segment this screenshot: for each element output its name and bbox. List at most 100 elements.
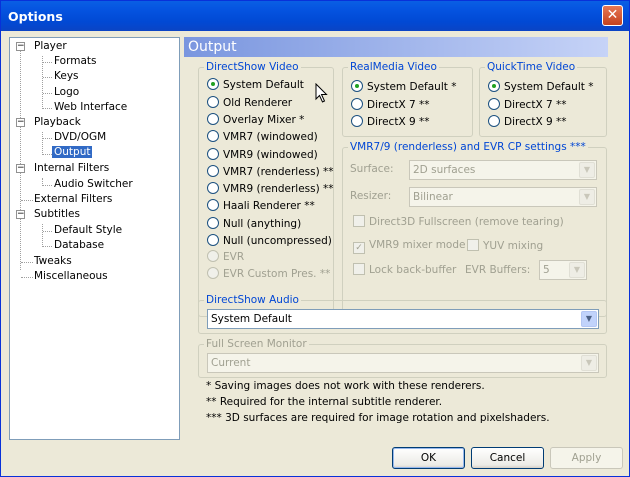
tree-item-default-style[interactable]: Default Style xyxy=(54,224,122,236)
radio-null-anything[interactable]: Null (anything) xyxy=(207,217,301,230)
directshow-audio-select[interactable]: System Default ▼ xyxy=(207,309,599,329)
radio-vmr9-renderless[interactable]: VMR9 (renderless) ** xyxy=(207,182,334,195)
tree-item-player[interactable]: Player xyxy=(34,40,67,52)
radio-icon xyxy=(488,98,500,110)
radio-label: VMR7 (windowed) xyxy=(223,131,318,143)
tree-line xyxy=(43,246,52,247)
radio-rm-system-default[interactable]: System Default * xyxy=(351,80,456,93)
tree-item-logo[interactable]: Logo xyxy=(54,86,79,98)
surface-select[interactable]: 2D surfaces ▼ xyxy=(409,160,597,180)
full-screen-monitor-group: Full Screen Monitor Current ▼ xyxy=(198,338,607,378)
evr-buffers-value: 5 xyxy=(543,264,550,276)
footnote: *** 3D surfaces are required for image r… xyxy=(206,412,550,424)
tree-item-miscellaneous[interactable]: Miscellaneous xyxy=(34,270,108,282)
checkbox-icon: ✓ xyxy=(353,242,365,254)
radio-rm-directx7[interactable]: DirectX 7 ** xyxy=(351,98,430,111)
radio-haali-renderer[interactable]: Haali Renderer ** xyxy=(207,199,315,212)
radio-rm-directx9[interactable]: DirectX 9 ** xyxy=(351,115,430,128)
realmedia-video-group: RealMedia Video System Default * DirectX… xyxy=(342,61,473,137)
tree-item-web-interface[interactable]: Web Interface xyxy=(54,101,127,113)
checkbox-icon xyxy=(467,239,479,251)
group-label: DirectShow Video xyxy=(204,61,301,73)
group-label: RealMedia Video xyxy=(348,61,439,73)
group-label: QuickTime Video xyxy=(485,61,578,73)
radio-label: Null (uncompressed) xyxy=(223,235,332,247)
collapse-icon[interactable]: − xyxy=(16,42,25,51)
radio-icon xyxy=(207,250,219,262)
apply-button[interactable]: Apply xyxy=(550,447,623,469)
quicktime-video-group: QuickTime Video System Default * DirectX… xyxy=(479,61,607,137)
full-screen-monitor-select[interactable]: Current ▼ xyxy=(207,353,599,373)
tree-item-subtitles[interactable]: Subtitles xyxy=(34,208,80,220)
ok-button[interactable]: OK xyxy=(392,447,465,469)
radio-vmr9-windowed[interactable]: VMR9 (windowed) xyxy=(207,148,318,161)
radio-icon xyxy=(351,98,363,110)
radio-icon xyxy=(207,267,219,279)
window-title: Options xyxy=(8,9,63,24)
tree-item-output[interactable]: Output xyxy=(52,146,93,158)
tree-line xyxy=(43,62,52,63)
evr-buffers-select[interactable]: 5 ▼ xyxy=(539,260,587,280)
footnote: * Saving images does not work with these… xyxy=(206,380,485,392)
radio-null-uncompressed[interactable]: Null (uncompressed) xyxy=(207,234,332,247)
collapse-icon[interactable]: − xyxy=(16,164,25,173)
resizer-select[interactable]: Bilinear ▼ xyxy=(409,187,597,207)
radio-label: VMR9 (windowed) xyxy=(223,149,318,161)
radio-evr-custom-pres[interactable]: EVR Custom Pres. ** xyxy=(207,267,330,280)
close-icon[interactable]: ✕ xyxy=(602,5,623,26)
checkbox-label: VMR9 mixer mode xyxy=(369,239,466,251)
full-screen-monitor-value: Current xyxy=(211,357,251,369)
radio-label: Old Renderer xyxy=(223,97,293,109)
radio-vmr7-renderless[interactable]: VMR7 (renderless) ** xyxy=(207,165,334,178)
radio-qt-directx9[interactable]: DirectX 9 ** xyxy=(488,115,567,128)
tree-line xyxy=(43,93,52,94)
tree-item-audio-switcher[interactable]: Audio Switcher xyxy=(54,178,133,190)
collapse-icon[interactable]: − xyxy=(16,210,25,219)
chevron-down-icon: ▼ xyxy=(581,355,597,371)
collapse-icon[interactable]: − xyxy=(16,118,25,127)
radio-vmr7-windowed[interactable]: VMR7 (windowed) xyxy=(207,130,318,143)
radio-overlay-mixer[interactable]: Overlay Mixer * xyxy=(207,113,304,126)
tree-item-database[interactable]: Database xyxy=(54,239,104,251)
tree-item-external-filters[interactable]: External Filters xyxy=(34,193,112,205)
radio-qt-directx7[interactable]: DirectX 7 ** xyxy=(488,98,567,111)
radio-ds-system-default[interactable]: System Default xyxy=(207,78,304,91)
radio-icon xyxy=(207,148,219,160)
radio-label: Overlay Mixer * xyxy=(223,114,305,126)
tree-item-keys[interactable]: Keys xyxy=(54,70,79,82)
surface-label: Surface: xyxy=(350,163,394,175)
tree-line xyxy=(43,108,52,109)
tree-line xyxy=(43,138,52,139)
resizer-label: Resizer: xyxy=(350,190,392,202)
d3d-fullscreen-checkbox[interactable]: Direct3D Fullscreen (remove tearing) xyxy=(353,215,564,228)
vmr-settings-group: VMR7/9 (renderless) and EVR CP settings … xyxy=(342,141,607,317)
radio-icon xyxy=(207,96,219,108)
title-bar[interactable]: Options ✕ xyxy=(1,1,629,31)
checkbox-label: YUV mixing xyxy=(483,240,544,252)
radio-evr[interactable]: EVR xyxy=(207,250,244,263)
radio-label: Null (anything) xyxy=(223,218,302,230)
checkbox-label: Direct3D Fullscreen (remove tearing) xyxy=(369,216,564,228)
radio-label: DirectX 9 ** xyxy=(504,116,567,128)
radio-old-renderer[interactable]: Old Renderer xyxy=(207,96,292,109)
tree-item-playback[interactable]: Playback xyxy=(34,116,81,128)
radio-icon xyxy=(207,165,219,177)
tree-item-tweaks[interactable]: Tweaks xyxy=(34,255,72,267)
tree-line xyxy=(42,56,43,109)
tree-item-formats[interactable]: Formats xyxy=(54,55,96,67)
radio-icon xyxy=(207,234,219,246)
evr-buffers-label: EVR Buffers: xyxy=(465,264,531,276)
radio-icon xyxy=(488,115,500,127)
tree-line xyxy=(43,231,52,232)
yuv-mixing-checkbox[interactable]: YUV mixing xyxy=(467,239,543,252)
tree-item-internal-filters[interactable]: Internal Filters xyxy=(34,162,109,174)
radio-qt-system-default[interactable]: System Default * xyxy=(488,80,593,93)
cancel-button[interactable]: Cancel xyxy=(471,447,544,469)
tree-line xyxy=(43,77,52,78)
radio-icon xyxy=(207,78,219,90)
vmr9-mixer-checkbox[interactable]: ✓ VMR9 mixer mode xyxy=(353,239,465,254)
lock-back-buffer-checkbox[interactable]: Lock back-buffer xyxy=(353,263,456,276)
tree-item-dvd-ogm[interactable]: DVD/OGM xyxy=(54,131,106,143)
options-dialog: Options ✕ − Player Formats Keys Logo Web… xyxy=(0,0,630,477)
options-tree[interactable]: − Player Formats Keys Logo Web Interface… xyxy=(9,37,180,440)
